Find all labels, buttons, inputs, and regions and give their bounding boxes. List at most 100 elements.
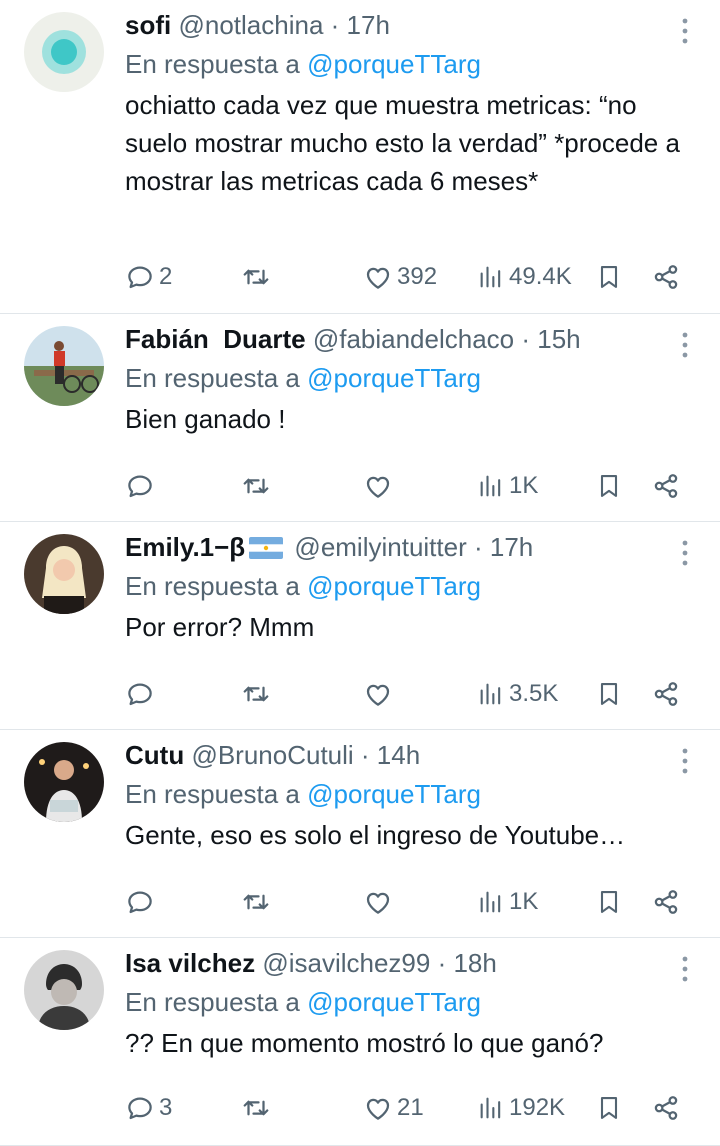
user-handle[interactable]: @emilyintuitter [294,532,466,562]
tweet[interactable]: sofi @notlachina · 17h En respuesta a @p… [0,0,720,314]
avatar[interactable] [24,950,104,1030]
reply-prefix: En respuesta a [125,571,300,601]
more-options-icon[interactable] [680,538,690,568]
tweet[interactable]: Cutu @BrunoCutuli · 14h En respuesta a @… [0,730,720,938]
share-icon [651,679,681,709]
share-button[interactable] [651,466,681,506]
more-options-icon[interactable] [680,746,690,776]
reply-button[interactable] [125,674,159,714]
view-count: 49.4K [509,263,572,290]
retweet-button[interactable] [241,466,275,506]
reply-mention[interactable]: @porqueTTarg [307,571,481,601]
reply-mention[interactable]: @porqueTTarg [307,49,481,79]
bookmark-button[interactable] [595,466,623,506]
retweet-icon [241,679,271,709]
like-button[interactable] [363,674,397,714]
reply-button[interactable]: 2 [125,257,172,297]
reply-button[interactable] [125,466,159,506]
reply-icon [125,1093,155,1123]
more-options-icon[interactable] [680,330,690,360]
view-count: 1K [509,888,539,915]
avatar[interactable] [24,742,104,822]
retweet-button[interactable] [241,1088,275,1128]
like-count: 21 [397,1094,424,1121]
tweet[interactable]: Isa vilchez @isavilchez99 · 18h En respu… [0,938,720,1146]
views-button[interactable]: 1K [477,882,538,922]
like-button[interactable] [363,466,397,506]
reply-button[interactable] [125,882,159,922]
reply-context: En respuesta a @porqueTTarg [125,44,684,84]
argentina-flag-icon [249,537,284,559]
reply-count: 3 [159,1094,173,1121]
timestamp[interactable]: · 15h [521,324,580,354]
like-button[interactable]: 21 [363,1088,424,1128]
bookmark-button[interactable] [595,1088,623,1128]
share-button[interactable] [651,257,681,297]
retweet-icon [241,262,271,292]
action-bar: 3 21 192K [125,1088,690,1128]
retweet-button[interactable] [241,257,275,297]
views-button[interactable]: 3.5K [477,674,558,714]
tweet-text: Bien ganado ! [125,404,286,434]
share-button[interactable] [651,674,681,714]
retweet-icon [241,471,271,501]
bookmark-icon [595,471,623,501]
retweet-button[interactable] [241,882,275,922]
tweet-header: Emily.1−β @emilyintuitter · 17h [125,528,684,566]
share-icon [651,471,681,501]
tweet-text: ochiatto cada vez que muestra metricas: … [125,90,680,196]
reply-button[interactable]: 3 [125,1088,172,1128]
bookmark-button[interactable] [595,674,623,714]
views-button[interactable]: 1K [477,466,538,506]
action-bar: 3.5K [125,674,690,714]
display-name[interactable]: Emily.1−β [125,532,245,562]
tweet[interactable]: Fabián Duarte @fabiandelchaco · 15h En r… [0,314,720,522]
reply-icon [125,262,155,292]
more-options-icon[interactable] [680,954,690,984]
share-button[interactable] [651,882,681,922]
views-button[interactable]: 192K [477,1088,565,1128]
bookmark-button[interactable] [595,257,623,297]
avatar[interactable] [24,12,104,92]
heart-icon [363,887,393,917]
views-icon [477,679,505,709]
display-name[interactable]: Cutu [125,740,184,770]
reply-mention[interactable]: @porqueTTarg [307,987,481,1017]
avatar[interactable] [24,534,104,614]
timestamp[interactable]: · 17h [474,532,533,562]
display-name[interactable]: sofi [125,10,171,40]
reply-icon [125,471,155,501]
views-button[interactable]: 49.4K [477,257,572,297]
reply-context: En respuesta a @porqueTTarg [125,566,684,606]
timestamp[interactable]: · 14h [361,740,420,770]
view-count: 3.5K [509,680,559,707]
action-bar: 2 392 49.4K [125,257,690,297]
tweet-text: ?? En que momento mostró lo que ganó? [125,1028,604,1058]
bookmark-button[interactable] [595,882,623,922]
tweet-header: sofi @notlachina · 17h [125,6,684,44]
like-button[interactable]: 392 [363,257,437,297]
timestamp[interactable]: · 17h [331,10,390,40]
more-options-icon[interactable] [680,16,690,46]
user-handle[interactable]: @isavilchez99 [262,948,430,978]
user-handle[interactable]: @notlachina [178,10,323,40]
share-button[interactable] [651,1088,681,1128]
display-name[interactable]: Isa vilchez [125,948,255,978]
reply-mention[interactable]: @porqueTTarg [307,363,481,393]
reply-context: En respuesta a @porqueTTarg [125,358,684,398]
heart-icon [363,679,393,709]
reply-mention[interactable]: @porqueTTarg [307,779,481,809]
tweet[interactable]: Emily.1−β @emilyintuitter · 17h En respu… [0,522,720,730]
user-handle[interactable]: @BrunoCutuli [191,740,353,770]
user-handle[interactable]: @fabiandelchaco [313,324,514,354]
heart-icon [363,262,393,292]
tweet-text: Gente, eso es solo el ingreso de Youtube… [125,820,626,850]
display-name[interactable]: Fabián Duarte [125,324,306,354]
like-button[interactable] [363,882,397,922]
views-icon [477,887,505,917]
timestamp[interactable]: · 18h [438,948,497,978]
tweet-text: Por error? Mmm [125,612,315,642]
views-icon [477,1093,505,1123]
retweet-button[interactable] [241,674,275,714]
avatar[interactable] [24,326,104,406]
